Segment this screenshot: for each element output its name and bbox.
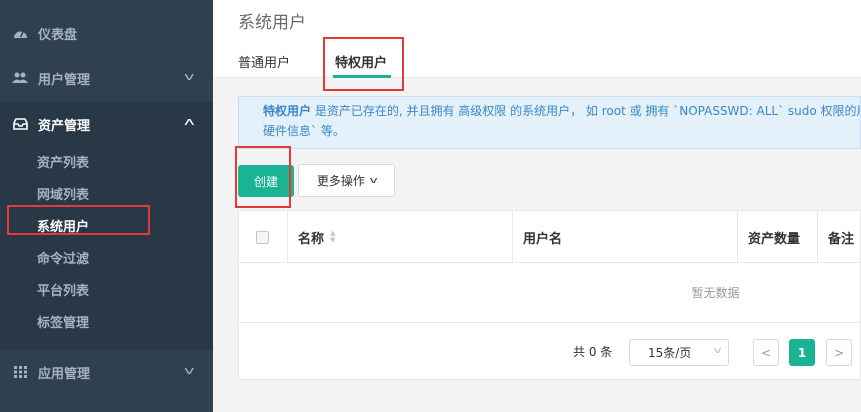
info-alert: 特权用户 是资产已存在的, 并且拥有 高级权限 的系统用户， 如 root 或 … bbox=[238, 96, 861, 149]
column-name-label: 名称 bbox=[298, 231, 325, 247]
highlight-box bbox=[323, 37, 404, 91]
page-header: 系统用户 普通用户 特权用户 bbox=[213, 0, 861, 91]
tab-normal-user[interactable]: 普通用户 bbox=[238, 52, 290, 71]
total-count: 共 0 条 bbox=[573, 345, 613, 359]
dashboard-icon bbox=[12, 27, 28, 39]
sidebar-item-label: 资产管理 bbox=[38, 118, 91, 134]
column-header-comment: 备注 bbox=[818, 211, 861, 263]
next-page-button[interactable]: > bbox=[826, 339, 852, 366]
submenu-domain-list[interactable]: 网域列表 bbox=[37, 184, 89, 203]
sidebar-item-applications[interactable]: 应用管理 v bbox=[0, 350, 213, 394]
chevron-down-icon: v bbox=[184, 70, 195, 83]
assets-submenu: 资产列表 网域列表 系统用户 命令过滤 平台列表 标签管理 bbox=[0, 144, 213, 350]
chevron-up-icon: v bbox=[184, 116, 195, 129]
sidebar-item-assets[interactable]: 资产管理 v bbox=[0, 102, 213, 146]
empty-text: 暂无数据 bbox=[691, 286, 740, 300]
column-username-label: 用户名 bbox=[523, 231, 563, 247]
column-header-name[interactable]: 名称 ▲ ▼ bbox=[288, 211, 513, 263]
sidebar: 仪表盘 用户管理 v 资产管理 v 资产列表 网域列表 系统用户 命令过滤 平台… bbox=[0, 0, 213, 412]
page-title: 系统用户 bbox=[238, 13, 306, 33]
main-content: 系统用户 普通用户 特权用户 特权用户 是资产已存在的, 并且拥有 高级权限 的… bbox=[213, 0, 861, 412]
grid-icon bbox=[12, 366, 28, 378]
submenu-platform-list[interactable]: 平台列表 bbox=[37, 280, 89, 299]
sidebar-item-label: 仪表盘 bbox=[38, 27, 78, 43]
submenu-asset-list[interactable]: 资产列表 bbox=[37, 152, 89, 171]
column-header-asset-count: 资产数量 bbox=[738, 211, 818, 263]
highlight-box bbox=[235, 146, 291, 208]
alert-strong: 特权用户 bbox=[263, 104, 312, 118]
column-asset-count-label: 资产数量 bbox=[748, 231, 801, 247]
sidebar-item-label: 应用管理 bbox=[38, 366, 91, 382]
sidebar-item-users[interactable]: 用户管理 v bbox=[0, 56, 213, 100]
inbox-icon bbox=[12, 118, 28, 130]
sort-icon[interactable]: ▲ ▼ bbox=[330, 230, 335, 244]
submenu-command-filter[interactable]: 命令过滤 bbox=[37, 248, 89, 267]
page-size-value: 15条/页 bbox=[648, 346, 692, 360]
more-actions-label: 更多操作 bbox=[316, 174, 365, 188]
submenu-label-manage[interactable]: 标签管理 bbox=[37, 312, 89, 331]
more-actions-button[interactable]: 更多操作 v bbox=[298, 164, 395, 197]
prev-page-button[interactable]: < bbox=[753, 339, 779, 366]
chevron-down-icon: v bbox=[369, 175, 378, 186]
users-icon bbox=[12, 72, 28, 84]
sidebar-item-dashboard[interactable]: 仪表盘 bbox=[0, 11, 213, 55]
chevron-down-icon: v bbox=[713, 346, 722, 356]
select-all-checkbox[interactable] bbox=[256, 230, 269, 244]
highlight-box bbox=[7, 205, 150, 235]
select-all-cell bbox=[239, 211, 288, 263]
alert-line1: 是资产已存在的, 并且拥有 高级权限 的系统用户， 如 root 或 拥有 `N… bbox=[311, 104, 861, 118]
column-comment-label: 备注 bbox=[828, 231, 855, 247]
table-header: 名称 ▲ ▼ 用户名 资产数量 备注 bbox=[239, 211, 861, 263]
empty-row: 暂无数据 bbox=[239, 263, 861, 323]
chevron-down-icon: v bbox=[184, 364, 195, 377]
page-1-button[interactable]: 1 bbox=[789, 339, 815, 366]
alert-line2: 硬件信息` 等。 bbox=[263, 124, 345, 138]
page-size-select[interactable]: 15条/页 v bbox=[629, 339, 729, 366]
column-header-username: 用户名 bbox=[513, 211, 738, 263]
sidebar-item-label: 用户管理 bbox=[38, 72, 91, 88]
